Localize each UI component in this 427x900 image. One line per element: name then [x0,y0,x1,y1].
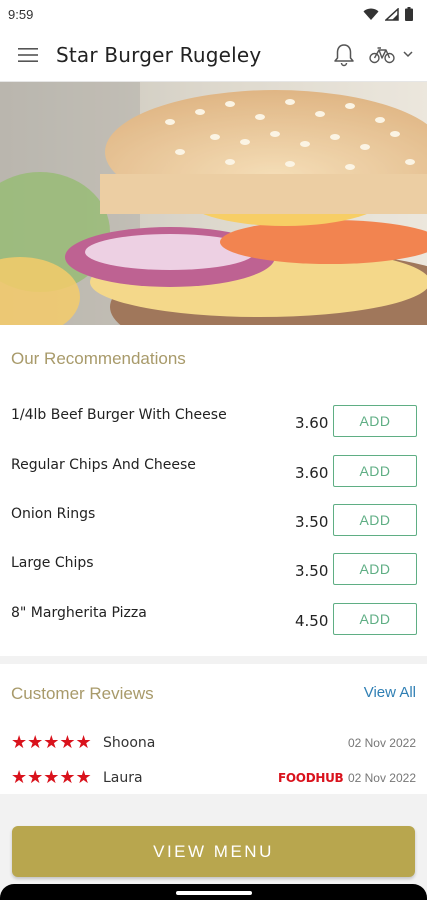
menu-item-price: 3.60 [295,414,329,432]
chevron-down-icon [403,51,413,58]
battery-icon [405,7,413,21]
reviewer-name: Laura [103,770,143,786]
hero-burger-image [0,82,427,325]
add-button[interactable]: ADD [333,455,417,487]
menu-item-name: 8" Margherita Pizza [11,605,147,621]
status-icons [363,7,413,21]
add-button[interactable]: ADD [333,405,417,437]
menu-item: 1/4lb Beef Burger With Cheese 3.60 ADD [0,405,427,456]
bicycle-icon [369,46,395,63]
status-time: 9:59 [8,6,34,22]
delivery-mode-selector[interactable] [369,46,413,64]
star-rating: ★★★★★ [11,767,92,787]
app-bar: Star Burger Rugeley [0,28,427,82]
menu-item-name: Large Chips [11,555,94,571]
burger-illustration [0,82,427,325]
add-button[interactable]: ADD [333,603,417,635]
wifi-icon [363,8,379,20]
view-all-reviews-link[interactable]: View All [364,684,416,701]
menu-item-price: 3.50 [295,513,329,531]
star-rating: ★★★★★ [11,732,92,752]
status-bar: 9:59 [0,0,427,28]
menu-item: Onion Rings 3.50 ADD [0,504,427,555]
signal-icon [385,7,399,21]
recommendations-title: Our Recommendations [11,349,186,368]
menu-item: 8" Margherita Pizza 4.50 ADD [0,603,427,654]
view-menu-button[interactable]: VIEW MENU [12,826,415,877]
add-button[interactable]: ADD [333,553,417,585]
bell-icon[interactable] [333,43,355,67]
foodhub-logo: FOODHUB [278,771,344,785]
section-divider [0,656,427,664]
menu-item-name: Regular Chips And Cheese [11,457,196,473]
menu-item-price: 4.50 [295,612,329,630]
restaurant-title: Star Burger Rugeley [56,42,262,67]
review-row: ★★★★★ Shoona 02 Nov 2022 [0,732,427,754]
menu-button[interactable] [0,28,56,82]
menu-item-price: 3.50 [295,562,329,580]
add-button[interactable]: ADD [333,504,417,536]
reviews-title: Customer Reviews [11,684,154,703]
menu-item: Large Chips 3.50 ADD [0,553,427,604]
reviewer-name: Shoona [103,735,156,751]
reviews-section: Customer Reviews View All ★★★★★ Shoona 0… [0,664,427,794]
menu-item-name: 1/4lb Beef Burger With Cheese [11,407,227,423]
review-row: ★★★★★ Laura FOODHUB 02 Nov 2022 [0,767,427,789]
review-date: 02 Nov 2022 [347,771,416,785]
menu-item-price: 3.60 [295,464,329,482]
hamburger-icon [18,47,38,62]
home-indicator[interactable] [176,891,252,895]
review-date: 02 Nov 2022 [347,736,416,750]
menu-item-name: Onion Rings [11,506,96,522]
menu-item: Regular Chips And Cheese 3.60 ADD [0,455,427,506]
